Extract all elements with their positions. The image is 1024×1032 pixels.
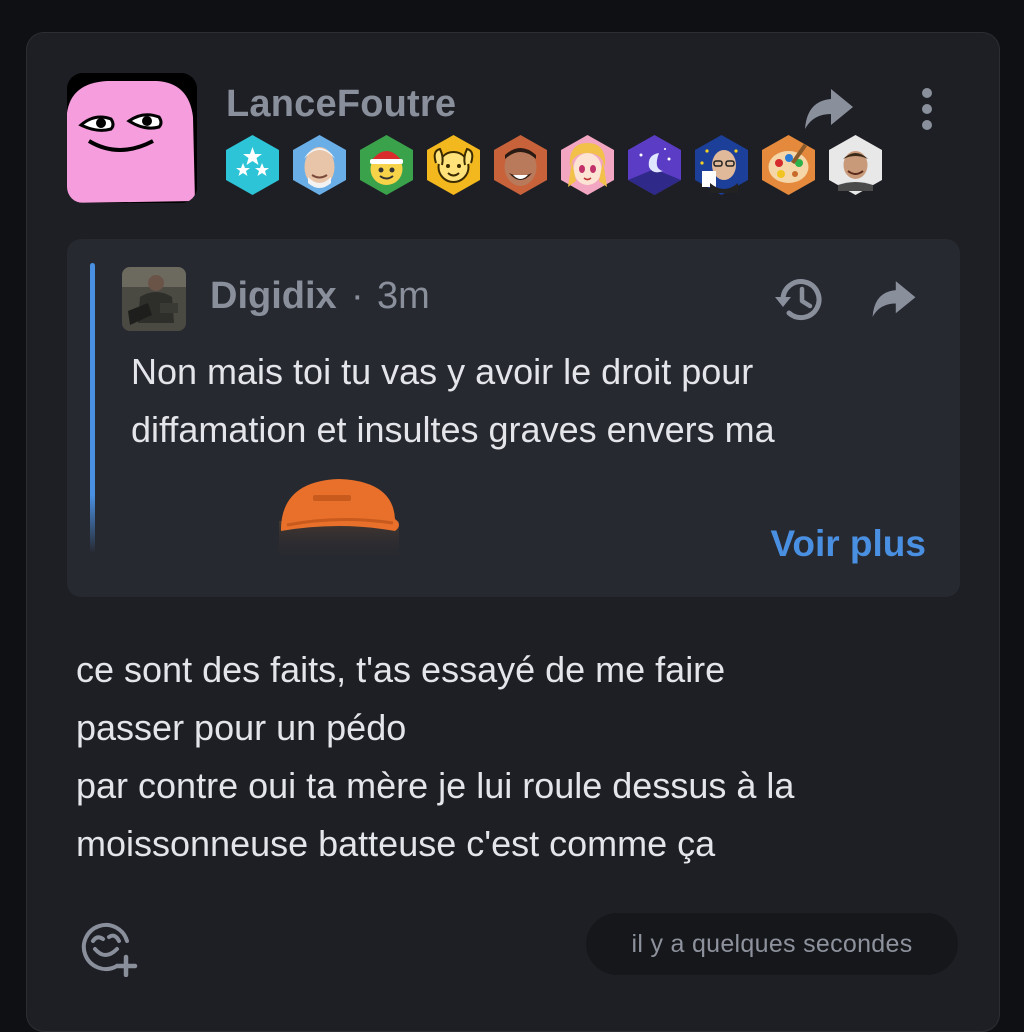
quote-time: 3m [377, 275, 430, 317]
user-avatar[interactable] [67, 73, 197, 203]
paint-palette-badge-icon[interactable] [759, 133, 818, 197]
soldier-avatar-icon [122, 267, 186, 331]
more-options-icon[interactable] [913, 85, 941, 133]
three-stars-badge-icon[interactable] [223, 133, 282, 197]
meme-face-badge-icon[interactable] [826, 133, 885, 197]
username[interactable]: LanceFoutre [226, 83, 456, 126]
quoted-message[interactable]: Digidix · 3m Non mais toi tu vas y avoir… [67, 239, 960, 597]
moon-night-badge-icon[interactable] [625, 133, 684, 197]
quote-accent-bar [90, 263, 95, 553]
badge-list [223, 133, 885, 197]
message-text: ce sont des faits, t'as essayé de me fai… [76, 649, 795, 864]
christmas-hat-smiley-badge-icon[interactable] [357, 133, 416, 197]
smiling-old-man-badge-icon[interactable] [290, 133, 349, 197]
pink-blob-avatar-icon [67, 73, 197, 203]
timestamp-badge: il y a quelques secondes [586, 913, 958, 975]
post-card: LanceFoutre Digidix · 3m Non mais toi tu… [26, 32, 1000, 1032]
share-icon[interactable] [801, 85, 857, 133]
quote-author-name[interactable]: Digidix [210, 275, 337, 318]
orange-cap-image [267, 465, 411, 561]
quote-share-icon[interactable] [869, 277, 919, 321]
quote-separator: · [351, 275, 364, 317]
eu-politician-badge-icon[interactable] [692, 133, 751, 197]
add-reaction-icon[interactable] [79, 917, 139, 978]
history-icon[interactable] [773, 273, 827, 327]
anime-girl-badge-icon[interactable] [558, 133, 617, 197]
quote-author-avatar[interactable] [122, 267, 186, 331]
timestamp-text: il y a quelques secondes [631, 929, 913, 958]
quote-text: Non mais toi tu vas y avoir le droit pou… [131, 351, 775, 450]
see-more-link[interactable]: Voir plus [770, 523, 926, 565]
laughing-man-badge-icon[interactable] [491, 133, 550, 197]
hands-up-smiley-badge-icon[interactable] [424, 133, 483, 197]
